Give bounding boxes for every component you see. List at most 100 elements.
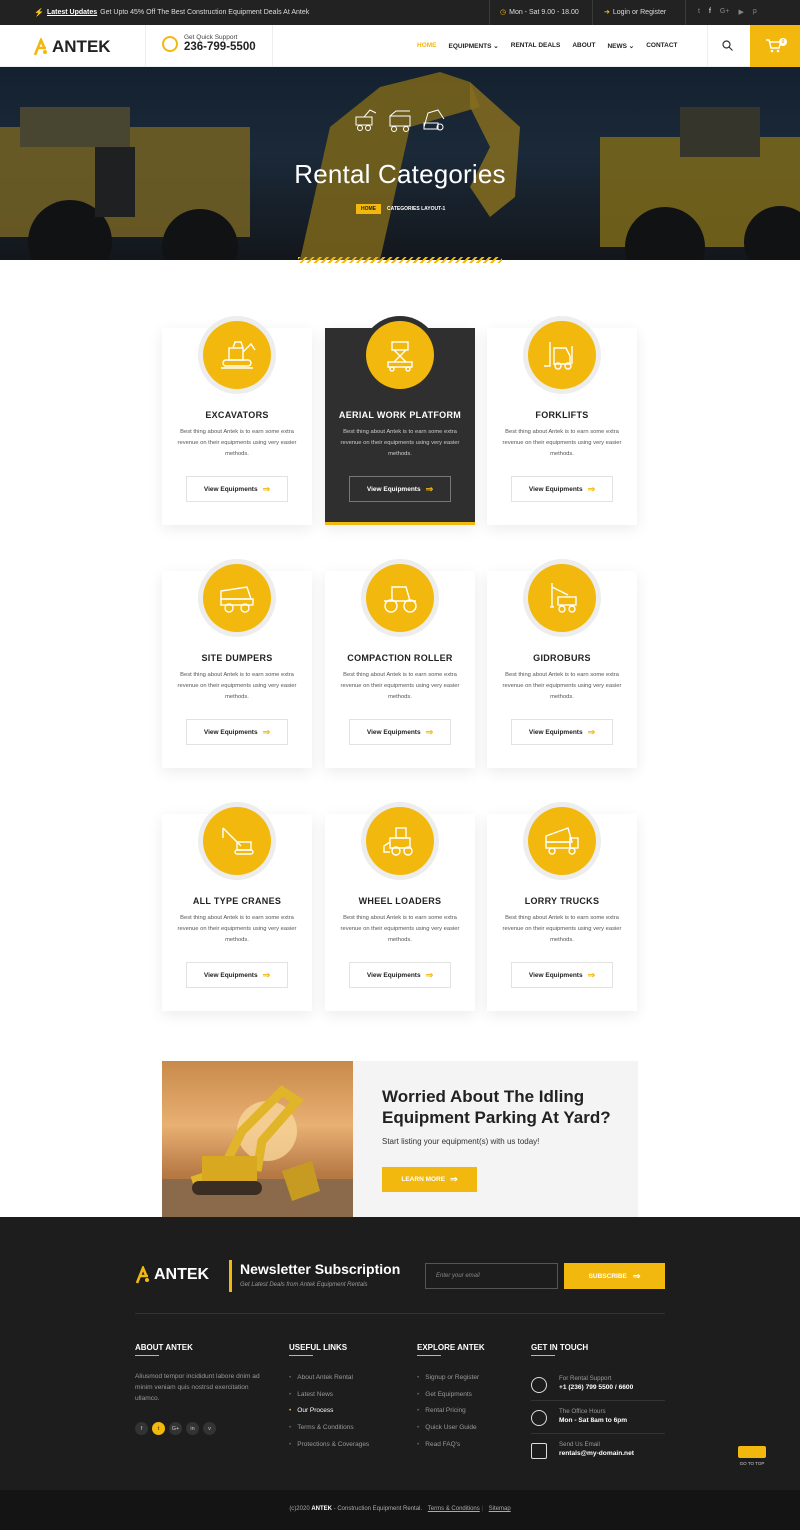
login-link[interactable]: ➜ Login or Register <box>604 8 666 17</box>
footer-divider <box>135 1313 665 1314</box>
footer-link[interactable]: • Signup or Register <box>417 1374 479 1391</box>
nav-news[interactable]: NEWS ⌄ <box>607 42 634 50</box>
login-text[interactable]: Login or Register <box>613 9 666 16</box>
excavator-icon <box>203 321 271 389</box>
cart-button[interactable]: 0 <box>750 25 800 67</box>
clock-icon <box>531 1410 547 1426</box>
divider <box>145 25 146 67</box>
nav-about[interactable]: ABOUT <box>572 42 595 50</box>
phone-24-icon <box>531 1377 547 1393</box>
category-card: WHEEL LOADERS Best thing about Antek is … <box>325 802 475 1011</box>
contact-hours: The Office Hours Mon - Sat 8am to 6pm <box>531 1408 627 1426</box>
category-card: SITE DUMPERS Best thing about Antek is t… <box>162 559 312 768</box>
arrow-right-icon: ⇒ <box>587 726 596 737</box>
button-label: View Equipments <box>366 728 421 736</box>
support-phone[interactable]: 236-799-5500 <box>184 41 256 53</box>
link-label: Signup or Register <box>425 1374 480 1381</box>
go-to-top-button[interactable]: GO TO TOP <box>737 1446 767 1466</box>
bullet-icon: • <box>417 1440 420 1448</box>
footer-link[interactable]: • Latest News <box>289 1391 369 1408</box>
office-hours: ◷ Mon - Sat 9.00 - 18.00 <box>500 8 579 17</box>
button-label: LEARN MORE <box>401 1176 446 1183</box>
view-equipments-button[interactable]: View Equipments ⇒ <box>511 962 613 988</box>
google-plus-icon[interactable]: G+ <box>169 1422 182 1435</box>
category-card-active: AERIAL WORK PLATFORM Best thing about An… <box>325 316 475 525</box>
footer-link[interactable]: • Get Equipments <box>417 1391 479 1408</box>
contact-heading: GET IN TOUCH <box>531 1343 589 1352</box>
view-equipments-button[interactable]: View Equipments ⇒ <box>186 476 288 502</box>
arrow-right-icon: ⇒ <box>262 726 271 737</box>
promo-banner: Worried About The Idling Equipment Parki… <box>162 1061 638 1222</box>
view-equipments-button[interactable]: View Equipments ⇒ <box>349 962 451 988</box>
breadcrumb-home[interactable]: HOME <box>356 204 381 214</box>
pinterest-icon[interactable]: p <box>753 8 757 16</box>
bullet-icon: • <box>289 1424 292 1432</box>
linkedin-icon[interactable]: in <box>186 1422 199 1435</box>
nav-contact[interactable]: CONTACT <box>646 42 677 50</box>
footer-link[interactable]: • Quick User Guide <box>417 1424 479 1441</box>
nav-home[interactable]: HOME <box>417 42 437 50</box>
link-label: Latest News <box>297 1390 334 1398</box>
quick-support: Get Quick Support 236-799-5500 <box>162 34 256 53</box>
facebook-icon[interactable]: f <box>135 1422 148 1435</box>
view-equipments-button[interactable]: View Equipments ⇒ <box>349 719 451 745</box>
footer-link[interactable]: • Read FAQ's <box>417 1441 479 1458</box>
bullet-icon: • <box>417 1374 420 1381</box>
twitter-icon[interactable]: t <box>698 8 700 16</box>
view-equipments-button[interactable]: View Equipments ⇒ <box>511 719 613 745</box>
bullet-icon: • <box>417 1424 420 1432</box>
link-label: Rental Pricing <box>425 1407 466 1415</box>
excavator-photo <box>162 1061 353 1222</box>
twitter-icon[interactable]: t <box>152 1422 165 1435</box>
site-footer: ANTEK Newsletter Subscription Get Latest… <box>0 1217 800 1490</box>
main-header: ANTEK Get Quick Support 236-799-5500 HOM… <box>0 25 800 67</box>
hours-text: Mon - Sat 9.00 - 18.00 <box>509 8 579 16</box>
breadcrumb: HOME CATEGORIES LAYOUT-1 <box>356 204 445 214</box>
button-label: View Equipments <box>203 971 258 979</box>
card-description: Best thing about Antek is to earn some e… <box>177 915 297 943</box>
footer-link[interactable]: • Terms & Conditions <box>289 1424 369 1441</box>
footer-link-active[interactable]: • Our Process <box>289 1407 369 1424</box>
subscribe-button[interactable]: SUBSCRIBE ⇒ <box>564 1263 665 1289</box>
card-title: COMPACTION ROLLER <box>347 653 453 663</box>
latest-updates-link[interactable]: Latest Updates <box>47 9 97 16</box>
contact-value[interactable]: rentals@my-domain.net <box>559 1450 634 1457</box>
contact-value[interactable]: +1 (236) 799 5500 / 6600 <box>559 1384 633 1391</box>
search-icon[interactable] <box>722 40 733 51</box>
footer-link[interactable]: • Rental Pricing <box>417 1407 479 1424</box>
footer-logo[interactable]: ANTEK <box>135 1266 209 1284</box>
nav-equipments-label: EQUIPMENTS <box>448 43 492 50</box>
bullet-icon: • <box>289 1440 292 1448</box>
footer-link[interactable]: • About Antek Rental <box>289 1374 369 1391</box>
separator: | <box>481 1506 483 1512</box>
support-label: Get Quick Support <box>184 34 238 41</box>
category-card: EXCAVATORS Best thing about Antek is to … <box>162 316 312 525</box>
contact-label: The Office Hours <box>559 1408 606 1415</box>
learn-more-button[interactable]: LEARN MORE ⇒ <box>382 1167 477 1192</box>
footer-link[interactable]: • Protections & Coverages <box>289 1441 369 1458</box>
vimeo-icon[interactable]: v <box>203 1422 216 1435</box>
view-equipments-button[interactable]: View Equipments ⇒ <box>349 476 451 502</box>
card-title: LORRY TRUCKS <box>524 896 600 906</box>
view-equipments-button[interactable]: View Equipments ⇒ <box>186 962 288 988</box>
latest-updates-text: Get Upto 45% Off The Best Construction E… <box>100 9 310 16</box>
contact-phone: For Rental Support +1 (236) 799 5500 / 66… <box>531 1375 633 1393</box>
view-equipments-button[interactable]: View Equipments ⇒ <box>186 719 288 745</box>
arrow-right-icon: ⇒ <box>262 483 271 494</box>
logo-mark-icon <box>33 38 47 56</box>
nav-equipments[interactable]: EQUIPMENTS ⌄ <box>449 42 499 50</box>
sitemap-link[interactable]: Sitemap <box>489 1506 511 1512</box>
youtube-icon[interactable]: ▶ <box>738 8 743 16</box>
nav-rental-deals[interactable]: RENTAL DEALS <box>511 42 561 50</box>
facebook-icon[interactable]: f <box>709 8 711 16</box>
arrow-right-icon: ⇒ <box>450 1174 458 1184</box>
forklift-icon <box>528 321 596 389</box>
email-input[interactable]: Enter your email <box>425 1263 558 1289</box>
button-label: View Equipments <box>528 728 583 736</box>
terms-link[interactable]: Terms & Conditions <box>428 1506 480 1512</box>
arrow-right-icon: ⇒ <box>425 483 434 494</box>
view-equipments-button[interactable]: View Equipments ⇒ <box>511 476 613 502</box>
heading-underline <box>135 1355 159 1356</box>
google-plus-icon[interactable]: G+ <box>720 8 730 16</box>
site-logo[interactable]: ANTEK <box>33 37 111 57</box>
